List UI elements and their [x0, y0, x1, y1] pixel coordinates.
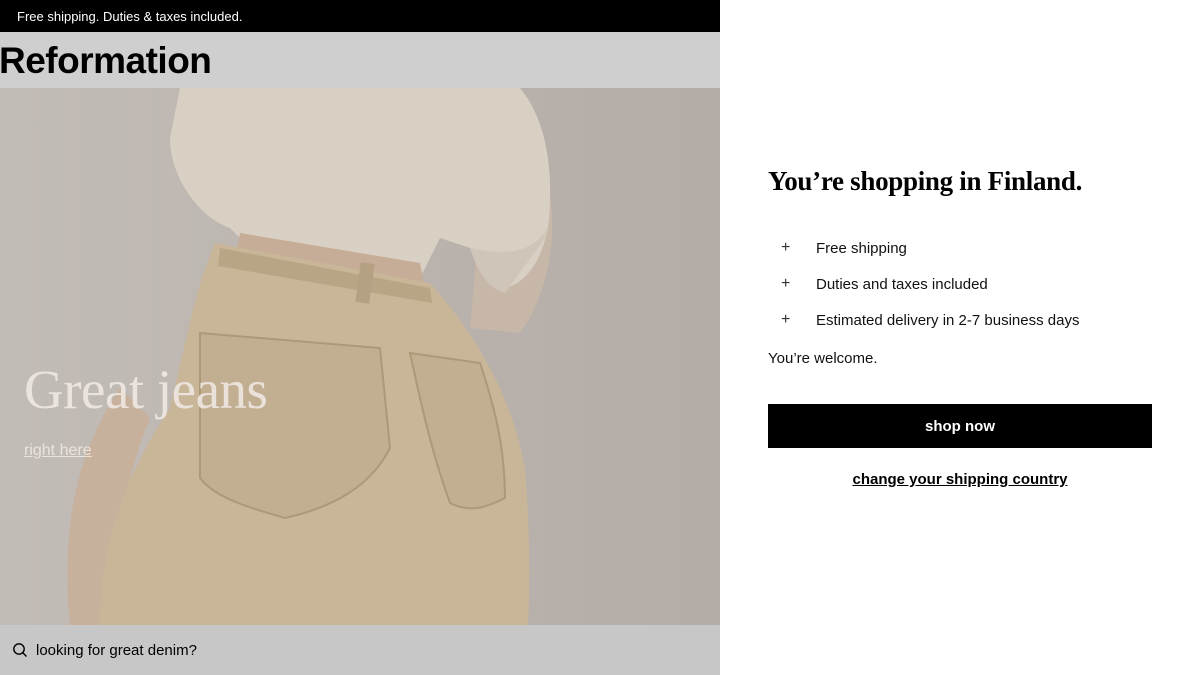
hero-banner: Great jeans right here — [0, 88, 720, 625]
benefit-label: Free shipping — [816, 239, 907, 257]
change-country-link[interactable]: change your shipping country — [768, 471, 1152, 488]
modal-title: You’re shopping in Finland. — [768, 166, 1083, 196]
plus-icon: + — [781, 239, 791, 256]
hero-title: Great jeans — [24, 359, 268, 420]
benefit-item: + Free shipping — [768, 230, 1079, 266]
plus-icon: + — [781, 311, 791, 328]
announcement-bar: Free shipping. Duties & taxes included. — [0, 0, 720, 32]
country-modal: You’re shopping in Finland. + Free shipp… — [720, 0, 1200, 675]
shop-now-button[interactable]: shop now — [768, 404, 1152, 448]
background-site: Free shipping. Duties & taxes included. … — [0, 0, 720, 675]
welcome-text: You’re welcome. — [768, 350, 878, 367]
search-icon[interactable] — [12, 642, 28, 658]
announcement-text: Free shipping. Duties & taxes included. — [17, 8, 243, 24]
benefit-label: Duties and taxes included — [816, 275, 988, 293]
page: Free shipping. Duties & taxes included. … — [0, 0, 1200, 675]
site-header: Reformation — [0, 32, 720, 88]
hero-link[interactable]: right here — [24, 442, 92, 460]
benefits-list: + Free shipping + Duties and taxes inclu… — [768, 230, 1079, 338]
plus-icon: + — [781, 275, 791, 292]
search-bar[interactable]: looking for great denim? — [0, 625, 720, 675]
benefit-item: + Estimated delivery in 2-7 business day… — [768, 302, 1079, 338]
search-placeholder[interactable]: looking for great denim? — [36, 642, 197, 659]
benefit-item: + Duties and taxes included — [768, 266, 1079, 302]
hero-image — [67, 88, 553, 625]
brand-logo[interactable]: Reformation — [0, 40, 212, 82]
benefit-label: Estimated delivery in 2-7 business days — [816, 311, 1080, 329]
